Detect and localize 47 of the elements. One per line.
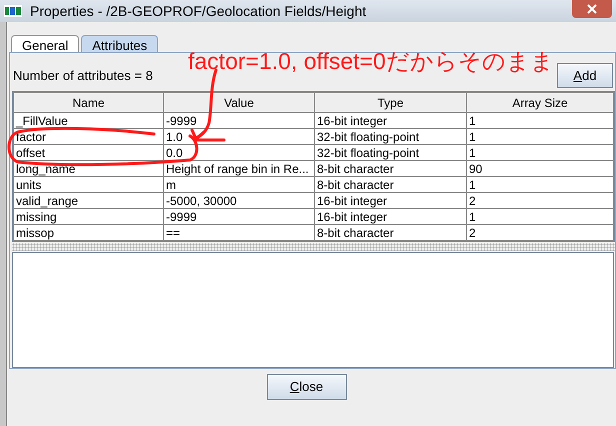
- table-cell: 1: [466, 128, 614, 144]
- table-cell: Height of range bin in Re...: [164, 160, 314, 176]
- table-cell: 1: [466, 208, 614, 224]
- table-cell: valid_range: [14, 192, 164, 208]
- table-cell: 1: [466, 112, 614, 128]
- table-cell: 8-bit character: [314, 160, 466, 176]
- table-cell: long_name: [14, 160, 164, 176]
- table-cell: factor: [14, 128, 164, 144]
- table-cell: 2: [466, 224, 614, 240]
- table-cell: 2: [466, 192, 614, 208]
- column-header[interactable]: Type: [314, 92, 466, 112]
- column-header[interactable]: Name: [14, 92, 164, 112]
- text-area[interactable]: [12, 252, 614, 368]
- table-cell: 1: [466, 144, 614, 160]
- tab[interactable]: General: [11, 35, 80, 52]
- table-cell: missop: [14, 224, 164, 240]
- table-cell: ==: [164, 224, 314, 240]
- table-cell: 1.0: [164, 128, 314, 144]
- table-cell: 16-bit integer: [314, 112, 466, 128]
- table-cell: missing: [14, 208, 164, 224]
- table-cell: m: [164, 176, 314, 192]
- table-cell: 8-bit character: [314, 176, 466, 192]
- table-cell: 32-bit floating-point: [314, 128, 466, 144]
- table-cell: _FillValue: [14, 112, 164, 128]
- table-cell: 8-bit character: [314, 224, 466, 240]
- table-cell: 16-bit integer: [314, 208, 466, 224]
- attribute-count-label: Number of attributes = 8: [12, 66, 153, 85]
- splitter-handle[interactable]: [12, 243, 615, 252]
- close-icon[interactable]: [572, 0, 612, 18]
- add-button[interactable]: Add: [557, 63, 613, 88]
- table-cell: 90: [466, 160, 614, 176]
- table-cell: offset: [14, 144, 164, 160]
- table-cell: 1: [466, 176, 614, 192]
- tab[interactable]: Attributes: [81, 35, 158, 52]
- table-cell: units: [14, 176, 164, 192]
- table-cell: -9999: [164, 208, 314, 224]
- table-cell: -9999: [164, 112, 314, 128]
- table-cell: 16-bit integer: [314, 192, 466, 208]
- table-cell: -5000, 30000: [164, 192, 314, 208]
- column-header[interactable]: Array Size: [466, 92, 614, 112]
- table-cell: 0.0: [164, 144, 314, 160]
- close-button[interactable]: Close: [266, 374, 346, 400]
- annotation-text: factor=1.0, offset=0だからそのまま: [188, 47, 554, 76]
- column-header[interactable]: Value: [164, 92, 314, 112]
- app-icon: [4, 4, 22, 18]
- table-cell: 32-bit floating-point: [314, 144, 466, 160]
- window-title: Properties - /2B-GEOPROF/Geolocation Fields/Height: [30, 2, 366, 21]
